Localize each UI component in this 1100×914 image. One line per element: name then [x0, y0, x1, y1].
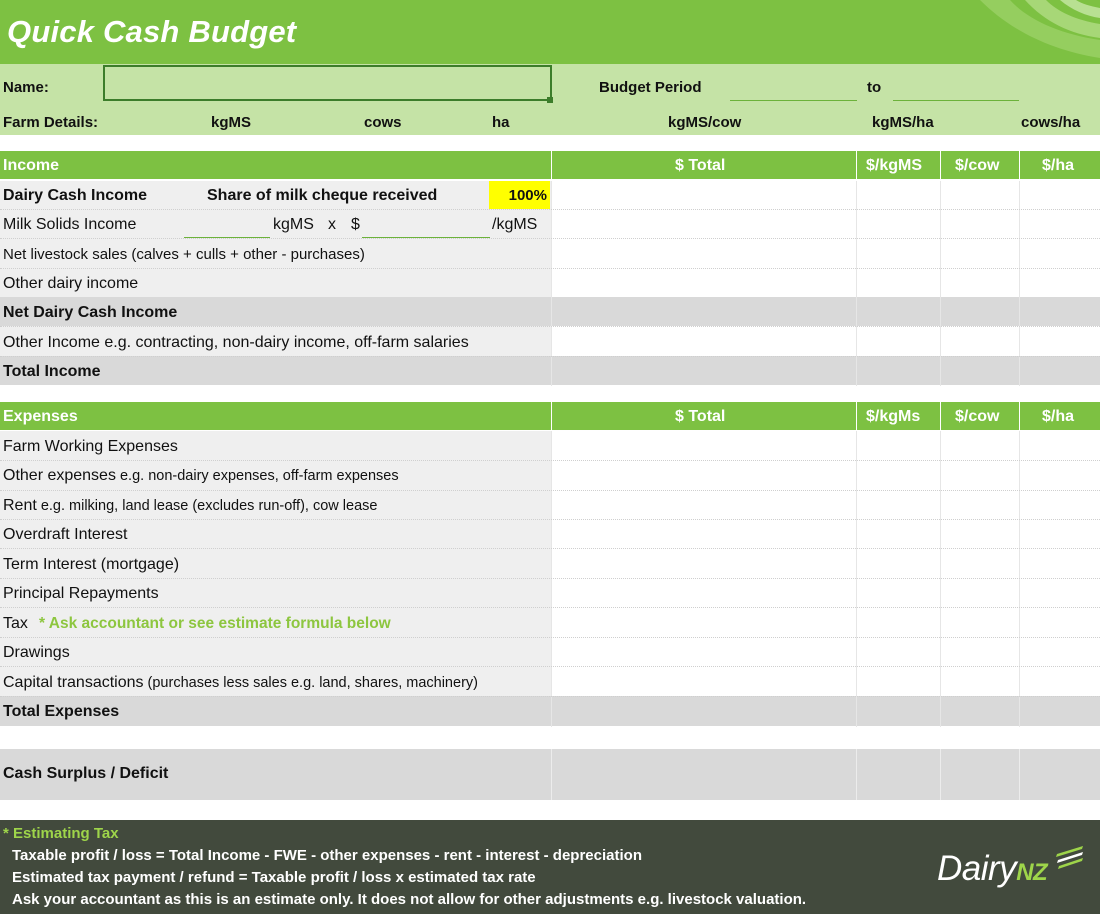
unit-kgms-per-cow: kgMS/cow	[668, 114, 742, 131]
name-label: Name:	[3, 79, 49, 96]
overdraft-interest-label: Overdraft Interest	[3, 526, 128, 543]
other-expenses-label: Other expenses e.g. non-dairy expenses, …	[3, 467, 399, 484]
grid-line	[0, 607, 1100, 608]
column-divider	[940, 151, 941, 179]
budget-period-start-field[interactable]	[730, 100, 857, 101]
footer-line-1: Taxable profit / loss = Total Income - F…	[12, 847, 642, 864]
income-col-total: $ Total	[675, 157, 726, 174]
expenses-col-per-kgms: $/kgMs	[866, 408, 921, 425]
grid-line	[551, 431, 552, 727]
grid-line	[0, 666, 1100, 667]
share-value: 100%	[508, 187, 547, 204]
budget-period-label: Budget Period	[599, 79, 702, 96]
total-expenses-label: Total Expenses	[3, 703, 120, 720]
other-income-label: Other Income e.g. contracting, non-dairy…	[3, 334, 469, 351]
ms-per-unit: /kgMS	[492, 216, 538, 233]
other-dairy-income-label: Other dairy income	[3, 275, 139, 292]
expenses-col-per-cow: $/cow	[955, 408, 1000, 425]
grid-line	[0, 326, 1100, 327]
footer-line-2: Estimated tax payment / refund = Taxable…	[12, 869, 536, 886]
expenses-col-total: $ Total	[675, 408, 726, 425]
ms-multiply: x	[328, 216, 336, 233]
livestock-sales-label: Net livestock sales (calves + culls + ot…	[3, 246, 365, 263]
logo-stripes-icon	[1056, 846, 1083, 869]
net-dairy-cash-income-label: Net Dairy Cash Income	[3, 304, 178, 321]
income-col-per-kgms: $/kgMS	[866, 157, 923, 174]
kgms-input[interactable]	[184, 237, 270, 238]
grid-line	[856, 431, 857, 727]
total-income-label: Total Income	[3, 363, 101, 380]
milk-solids-label: Milk Solids Income	[3, 216, 137, 233]
farm-details-label: Farm Details:	[3, 114, 99, 131]
price-per-kgms-input[interactable]	[362, 237, 490, 238]
unit-cows: cows	[364, 114, 402, 131]
grid-line	[856, 749, 857, 800]
grid-line	[940, 431, 941, 727]
grid-line	[0, 238, 1100, 239]
tax-note: * Ask accountant or see estimate formula…	[39, 615, 391, 632]
column-divider	[856, 402, 857, 430]
grid-line	[940, 749, 941, 800]
fill-handle[interactable]	[547, 97, 553, 103]
estimating-tax-title: * Estimating Tax	[3, 825, 119, 842]
grid-line	[0, 490, 1100, 491]
footer-line-3: Ask your accountant as this is an estima…	[12, 891, 807, 908]
grid-line	[1019, 749, 1020, 800]
total-income-row-bg	[0, 356, 1100, 385]
grid-line	[0, 356, 1100, 357]
unit-ha: ha	[492, 114, 510, 131]
tax-label: Tax	[3, 615, 28, 632]
column-divider	[856, 151, 857, 179]
column-divider	[551, 402, 552, 430]
dairy-cash-income-label: Dairy Cash Income	[3, 187, 148, 204]
income-header-label: Income	[3, 157, 60, 174]
unit-cows-per-ha: cows/ha	[1021, 114, 1081, 131]
ms-dollar: $	[351, 216, 360, 233]
rent-label: Rent e.g. milking, land lease (excludes …	[3, 497, 378, 514]
expenses-col-per-ha: $/ha	[1042, 408, 1075, 425]
income-header	[0, 151, 1100, 179]
income-col-per-ha: $/ha	[1042, 157, 1075, 174]
dairynz-logo: DairyNZ	[937, 849, 1048, 888]
grid-line	[0, 209, 1100, 210]
income-col-per-cow: $/cow	[955, 157, 1000, 174]
ms-unit: kgMS	[273, 216, 314, 233]
page-title: Quick Cash Budget	[7, 14, 297, 49]
grid-line	[0, 637, 1100, 638]
grid-line	[1019, 431, 1020, 727]
swoosh-decoration-icon	[980, 0, 1100, 58]
to-label: to	[867, 79, 882, 96]
fwe-label: Farm Working Expenses	[3, 438, 178, 455]
grid-line	[0, 460, 1100, 461]
grid-line	[0, 578, 1100, 579]
grid-line	[0, 696, 1100, 697]
capital-transactions-label: Capital transactions (purchases less sal…	[3, 674, 478, 691]
column-divider	[551, 151, 552, 179]
grid-line	[0, 268, 1100, 269]
column-divider	[1019, 402, 1020, 430]
grid-line	[0, 548, 1100, 549]
budget-period-end-field[interactable]	[893, 100, 1019, 101]
share-label: Share of milk cheque received	[207, 187, 438, 204]
column-divider	[1019, 151, 1020, 179]
expenses-header-label: Expenses	[3, 408, 78, 425]
cash-surplus-label: Cash Surplus / Deficit	[3, 765, 169, 782]
total-expenses-row-bg	[0, 696, 1100, 726]
unit-kgms: kgMS	[211, 114, 252, 131]
drawings-label: Drawings	[3, 644, 70, 661]
principal-repayments-label: Principal Repayments	[3, 585, 159, 602]
name-input[interactable]	[103, 65, 552, 101]
expenses-header	[0, 402, 1100, 430]
grid-line	[551, 749, 552, 800]
unit-kgms-per-ha: kgMS/ha	[872, 114, 934, 131]
grid-line	[0, 519, 1100, 520]
column-divider	[940, 402, 941, 430]
term-interest-label: Term Interest (mortgage)	[3, 556, 180, 573]
